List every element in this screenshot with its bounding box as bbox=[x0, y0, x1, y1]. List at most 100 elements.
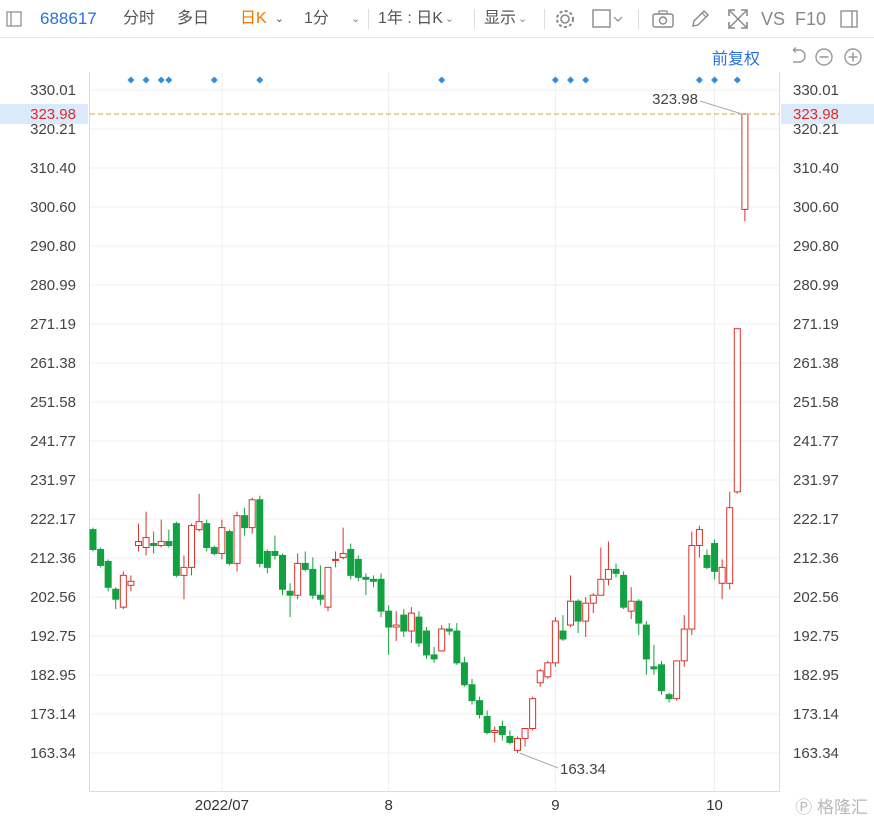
y-tick-label: 222.17 bbox=[793, 511, 839, 528]
y-tick-label: 330.01 bbox=[793, 82, 839, 99]
event-marker-icon bbox=[438, 76, 446, 84]
candle-body bbox=[104, 560, 112, 588]
candle-body bbox=[89, 529, 97, 550]
candle-body bbox=[635, 600, 643, 624]
y-axis-left: 330.01320.21310.40300.60290.80280.99271.… bbox=[30, 82, 76, 762]
watermark-text: 格隆汇 bbox=[817, 798, 868, 817]
y-tick-label: 241.77 bbox=[30, 433, 76, 450]
candles bbox=[89, 113, 749, 753]
candle-body bbox=[733, 328, 741, 493]
candle-body bbox=[521, 727, 529, 739]
y-tick-label: 202.56 bbox=[793, 589, 839, 606]
candle-body bbox=[112, 588, 120, 600]
current-price-label-right: 323.98 bbox=[793, 106, 839, 123]
candle-body bbox=[460, 662, 468, 686]
min-price-annotation: 163.34 bbox=[560, 761, 606, 778]
watermark-logo: Ⓟ 格隆汇 bbox=[795, 793, 868, 818]
candle-body bbox=[233, 515, 241, 564]
candle-body bbox=[210, 547, 218, 554]
candle-body bbox=[536, 670, 544, 684]
event-marker-icon bbox=[567, 76, 575, 84]
candle-body bbox=[332, 558, 340, 561]
candle-body bbox=[347, 548, 355, 576]
candle-body bbox=[157, 541, 165, 547]
candle-body bbox=[445, 628, 453, 632]
y-tick-label: 163.34 bbox=[30, 745, 76, 762]
y-tick-label: 271.19 bbox=[793, 316, 839, 333]
candle-body bbox=[294, 562, 302, 596]
y-tick-label: 182.95 bbox=[30, 667, 76, 684]
candle-body bbox=[180, 566, 188, 576]
candle-body bbox=[407, 612, 415, 632]
candle-body bbox=[241, 515, 249, 529]
candle-body bbox=[195, 521, 203, 531]
y-tick-label: 280.99 bbox=[30, 277, 76, 294]
candle-body bbox=[491, 729, 499, 733]
candle-body bbox=[97, 548, 105, 566]
y-tick-label: 182.95 bbox=[793, 667, 839, 684]
event-marker-icon bbox=[711, 76, 719, 84]
event-marker-icon bbox=[142, 76, 150, 84]
event-marker-icon bbox=[695, 76, 703, 84]
candle-body bbox=[551, 620, 559, 664]
candle-body bbox=[354, 558, 362, 578]
candle-body bbox=[703, 554, 711, 568]
y-axis-right: 330.01320.21310.40300.60290.80280.99271.… bbox=[793, 82, 839, 762]
candle-body bbox=[453, 630, 461, 664]
y-tick-label: 231.97 bbox=[30, 472, 76, 489]
candle-body bbox=[658, 664, 665, 692]
y-tick-label: 222.17 bbox=[30, 511, 76, 528]
event-marker-icon bbox=[551, 76, 559, 84]
y-tick-label: 330.01 bbox=[30, 82, 76, 99]
max-price-annotation: 323.98 bbox=[652, 91, 698, 108]
candle-body bbox=[604, 568, 612, 580]
candlestick-chart[interactable]: 330.01320.21310.40300.60290.80280.99271.… bbox=[0, 0, 874, 822]
candle-body bbox=[498, 726, 506, 735]
candle-body bbox=[165, 541, 173, 547]
candle-body bbox=[559, 630, 567, 640]
event-markers bbox=[127, 76, 741, 84]
candle-body bbox=[385, 610, 393, 628]
candle-body bbox=[567, 600, 575, 626]
candle-body bbox=[612, 568, 620, 574]
candle-body bbox=[476, 700, 484, 716]
y-tick-label: 241.77 bbox=[793, 433, 839, 450]
y-tick-label: 212.36 bbox=[30, 550, 76, 567]
candle-body bbox=[741, 113, 749, 210]
min-annotation-leader bbox=[519, 752, 559, 769]
y-tick-label: 173.14 bbox=[30, 706, 76, 723]
y-tick-label: 261.38 bbox=[793, 355, 839, 372]
candle-body bbox=[574, 600, 582, 622]
y-tick-label: 231.97 bbox=[793, 472, 839, 489]
candle-body bbox=[597, 578, 605, 596]
candle-body bbox=[316, 594, 324, 600]
y-tick-label: 261.38 bbox=[30, 355, 76, 372]
event-marker-icon bbox=[157, 76, 165, 84]
candle-body bbox=[271, 550, 279, 556]
max-annotation-leader bbox=[699, 100, 743, 115]
current-price-label-left: 323.98 bbox=[30, 106, 76, 123]
candle-body bbox=[392, 624, 400, 628]
candle-body bbox=[225, 531, 233, 564]
candle-body bbox=[718, 566, 726, 584]
candle-body bbox=[301, 562, 309, 570]
candle-body bbox=[695, 529, 703, 547]
candle-body bbox=[127, 580, 135, 586]
candle-body bbox=[438, 628, 446, 652]
candle-body bbox=[673, 660, 681, 700]
candle-body bbox=[589, 594, 597, 604]
candle-body bbox=[726, 507, 734, 584]
candle-body bbox=[506, 735, 514, 743]
candle-body bbox=[324, 566, 332, 608]
candle-body bbox=[248, 499, 256, 529]
candle-body bbox=[665, 694, 673, 700]
candle-body bbox=[468, 684, 476, 702]
y-tick-label: 192.75 bbox=[30, 628, 76, 645]
candle-body bbox=[339, 552, 347, 558]
candle-body bbox=[711, 543, 719, 572]
y-tick-label: 290.80 bbox=[30, 238, 76, 255]
x-tick-label: 10 bbox=[706, 797, 723, 814]
y-tick-label: 202.56 bbox=[30, 589, 76, 606]
candle-body bbox=[150, 543, 158, 547]
candle-body bbox=[483, 716, 491, 733]
